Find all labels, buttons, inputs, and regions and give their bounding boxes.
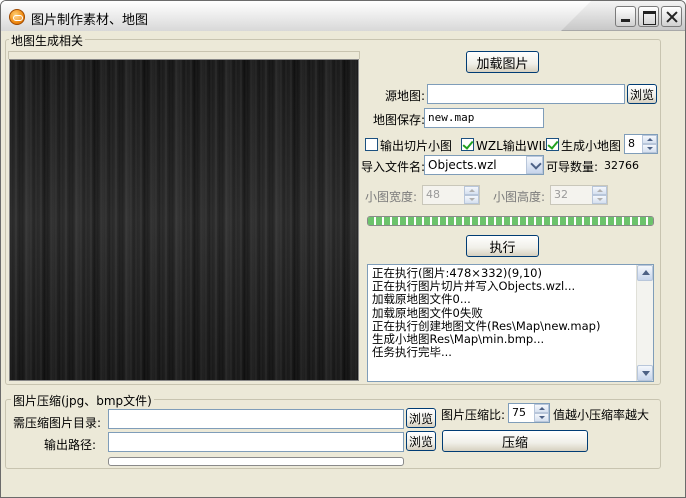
- tile-height-spinner[interactable]: 32: [550, 185, 608, 205]
- gen-minimap-checkbox[interactable]: [546, 138, 559, 151]
- execute-button[interactable]: 执行: [466, 235, 539, 257]
- output-path-browse-button[interactable]: 浏览: [406, 431, 436, 451]
- log-output[interactable]: 正在执行(图片:478×332)(9,10) 正在执行图片切片并写入Objects…: [367, 264, 654, 382]
- main-window: 图片制作素材、地图 地图生成相关 加载图片 源地图: 浏览 地图保存: new.…: [0, 0, 686, 498]
- compress-ratio-spinner[interactable]: 75: [508, 403, 550, 423]
- spinner-arrows-icon[interactable]: [642, 135, 657, 153]
- minimap-level-spinner[interactable]: 8: [624, 134, 658, 154]
- app-icon: [9, 9, 25, 25]
- map-group-legend: 地图生成相关: [9, 32, 86, 49]
- compress-group-legend: 图片压缩(jpg、bmp文件): [11, 392, 154, 409]
- tile-width-value: 48: [426, 188, 440, 201]
- source-map-browse-button[interactable]: 浏览: [627, 84, 657, 104]
- map-save-label: 地图保存:: [373, 113, 426, 127]
- import-file-value: Objects.wzl: [428, 158, 497, 172]
- log-line: 加载原地图文件0失败: [372, 305, 483, 320]
- preview-frame: [8, 51, 360, 59]
- source-dir-input[interactable]: [108, 409, 404, 429]
- spinner-arrows-icon[interactable]: [464, 186, 479, 204]
- wzl-output-checkbox[interactable]: [461, 138, 474, 151]
- compress-button[interactable]: 压缩: [442, 430, 588, 452]
- log-line: 加载原地图文件0...: [372, 292, 471, 307]
- log-scrollbar[interactable]: [636, 265, 653, 381]
- import-file-select[interactable]: Objects.wzl: [424, 155, 544, 175]
- image-preview: [9, 59, 359, 381]
- load-image-button[interactable]: 加载图片: [466, 51, 539, 73]
- available-count-label: 可导数量:: [546, 160, 599, 174]
- import-file-label: 导入文件名:: [361, 160, 426, 174]
- wzl-output-label: WZL输出WIL: [476, 139, 549, 153]
- spinner-arrows-icon[interactable]: [534, 404, 549, 422]
- minimap-level-value: 8: [628, 137, 635, 150]
- maximize-button[interactable]: [638, 6, 659, 27]
- source-map-label: 源地图:: [385, 89, 426, 103]
- tile-width-label: 小图宽度:: [365, 190, 418, 204]
- scroll-up-icon[interactable]: [637, 265, 653, 281]
- tile-width-spinner[interactable]: 48: [422, 185, 480, 205]
- map-save-input[interactable]: new.map: [424, 108, 544, 128]
- output-path-input[interactable]: [108, 432, 404, 452]
- tile-height-value: 32: [554, 188, 568, 201]
- title-bar[interactable]: 图片制作素材、地图: [1, 1, 685, 31]
- map-progress-bar: [367, 216, 654, 226]
- export-tiles-checkbox[interactable]: [365, 138, 378, 151]
- source-dir-browse-button[interactable]: 浏览: [406, 408, 436, 428]
- scroll-down-icon[interactable]: [637, 365, 653, 381]
- compress-ratio-value: 75: [512, 406, 526, 419]
- spinner-arrows-icon[interactable]: [592, 186, 607, 204]
- export-tiles-label: 输出切片小图: [380, 139, 453, 153]
- compress-ratio-hint: 值越小压缩率越大: [553, 408, 650, 422]
- source-map-input[interactable]: [427, 84, 625, 104]
- window-title: 图片制作素材、地图: [31, 13, 149, 28]
- gen-minimap-label: 生成小地图: [561, 139, 622, 153]
- log-lines: 正在执行(图片:478×332)(9,10) 正在执行图片切片并写入Objects…: [372, 266, 638, 360]
- map-progress-fill: [368, 217, 653, 225]
- output-path-label: 输出路径:: [44, 438, 97, 452]
- close-button[interactable]: [661, 6, 682, 27]
- log-line: 任务执行完毕...: [372, 345, 452, 360]
- minimize-button[interactable]: [615, 6, 636, 27]
- available-count-value: 32766: [604, 159, 639, 172]
- chevron-down-icon[interactable]: [526, 156, 543, 174]
- compress-progress-bar: [108, 457, 404, 466]
- source-dir-label: 需压缩图片目录:: [13, 416, 102, 430]
- compress-ratio-label: 图片压缩比:: [441, 408, 506, 422]
- tile-height-label: 小图高度:: [493, 190, 546, 204]
